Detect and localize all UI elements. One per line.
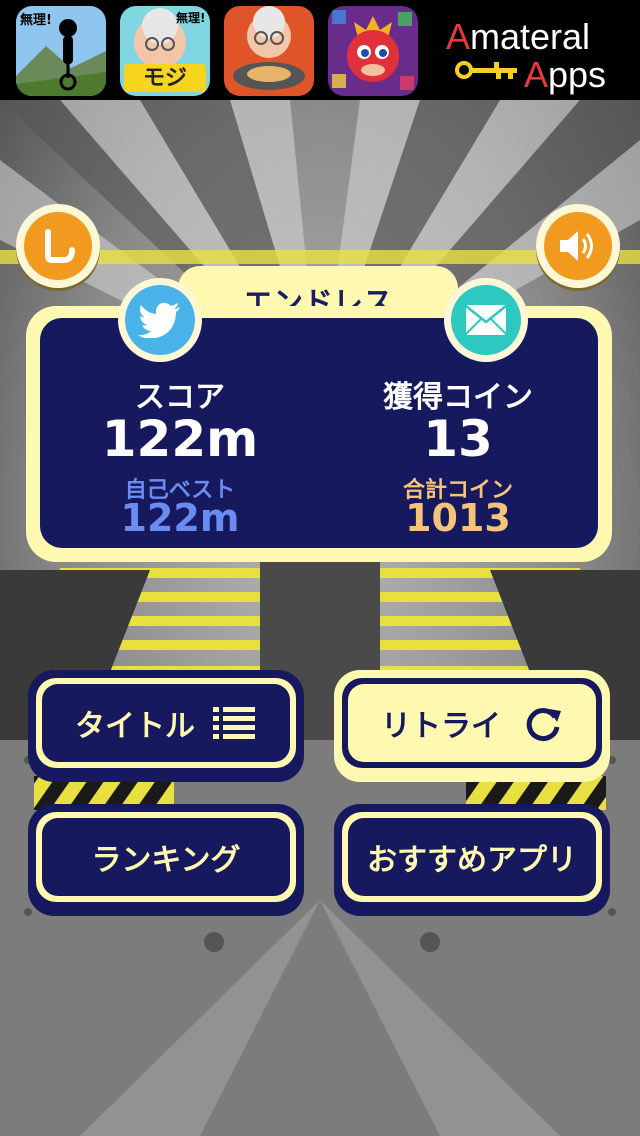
refresh-icon [526,708,561,742]
svg-text:モジ: モジ [143,66,187,91]
title-button[interactable]: タイトル [28,670,304,782]
ranking-button-face: ランキング [42,818,290,896]
grandma-moji-game-icon[interactable]: モジ 無理! [120,6,210,96]
coins-value: 13 [423,410,493,468]
ranking-button[interactable]: ランキング [28,804,304,916]
recommended-apps-button-face: おすすめアプリ [348,818,596,896]
unicycle-game-icon[interactable]: 無理! [16,6,106,96]
total-coins-value: 1013 [405,496,511,540]
title-button-label: タイトル [75,709,195,744]
sound-button[interactable] [536,204,620,288]
retry-button-face: リトライ [348,684,596,762]
mail-icon [451,285,521,355]
score-value: 122m [101,410,259,468]
retry-button[interactable]: リトライ [334,670,610,782]
recommended-apps-button-label: おすすめアプリ [367,843,577,878]
recommended-apps-button[interactable]: おすすめアプリ [334,804,610,916]
amateral-apps-logo[interactable]: Amateral Apps [440,10,630,95]
ad-banner: 無理! モジ 無理! Amateral Apps [0,0,640,100]
mail-share-button[interactable] [444,278,528,362]
twitter-share-button[interactable] [118,278,202,362]
title-button-face: タイトル [42,684,290,762]
retry-button-label: リトライ [381,709,501,744]
dragon-puzzle-game-icon[interactable] [328,6,418,96]
key-icon [455,61,517,79]
review-button[interactable] [16,204,100,288]
twitter-icon [125,285,195,355]
best-value: 122m [120,496,240,540]
svg-text:無理!: 無理! [176,10,205,25]
review-icon [24,212,92,280]
speaker-icon [544,212,612,280]
ranking-button-label: ランキング [91,843,241,878]
grandma-cooking-game-icon[interactable] [224,6,314,96]
list-icon [213,707,255,739]
svg-text:無理!: 無理! [20,12,52,28]
